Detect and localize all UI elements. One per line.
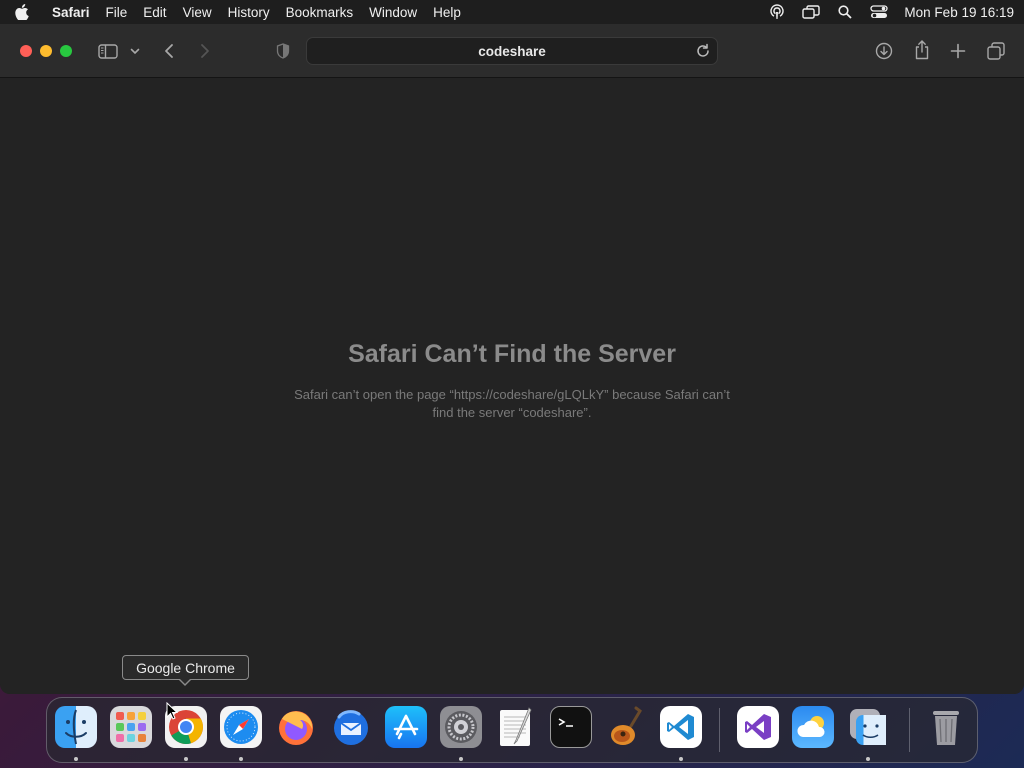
safari-icon[interactable] bbox=[220, 706, 262, 748]
menu-help[interactable]: Help bbox=[425, 0, 469, 24]
menu-view[interactable]: View bbox=[175, 0, 220, 24]
finder-stack-icon[interactable] bbox=[847, 706, 889, 748]
weather-icon[interactable] bbox=[792, 706, 834, 748]
downloads-icon[interactable] bbox=[874, 37, 894, 65]
screen-mirroring-icon[interactable] bbox=[794, 0, 828, 24]
privacy-shield-icon[interactable] bbox=[274, 37, 292, 65]
system-settings-icon[interactable] bbox=[440, 706, 482, 748]
zoom-button[interactable] bbox=[60, 44, 72, 57]
podcast-icon[interactable] bbox=[760, 0, 794, 24]
address-bar[interactable]: codeshare bbox=[306, 37, 718, 65]
terminal-icon[interactable] bbox=[550, 706, 592, 748]
page-content: Safari Can’t Find the Server Safari can’… bbox=[0, 78, 1024, 694]
mouse-cursor-icon bbox=[166, 701, 179, 725]
control-center-icon[interactable] bbox=[862, 0, 896, 24]
dock-separator bbox=[909, 708, 910, 752]
running-indicator bbox=[184, 757, 188, 761]
vscode-icon[interactable] bbox=[660, 706, 702, 748]
dock-separator bbox=[719, 708, 720, 752]
garageband-icon[interactable] bbox=[605, 706, 647, 748]
visual-studio-icon[interactable] bbox=[737, 706, 779, 748]
error-title: Safari Can’t Find the Server bbox=[348, 340, 676, 368]
close-button[interactable] bbox=[20, 44, 32, 57]
running-indicator bbox=[459, 757, 463, 761]
safari-toolbar: codeshare bbox=[0, 24, 1024, 78]
running-indicator bbox=[239, 757, 243, 761]
tooltip-label: Google Chrome bbox=[136, 659, 235, 676]
menu-app-name[interactable]: Safari bbox=[44, 0, 98, 24]
tooltip-arrow-inner bbox=[179, 678, 191, 684]
sidebar-toggle-icon[interactable] bbox=[96, 37, 120, 65]
forward-button[interactable] bbox=[196, 37, 214, 65]
firefox-icon[interactable] bbox=[275, 706, 317, 748]
reload-icon[interactable] bbox=[695, 43, 711, 59]
dock bbox=[46, 697, 978, 763]
chevron-down-icon[interactable] bbox=[128, 37, 142, 65]
menu-bookmarks[interactable]: Bookmarks bbox=[278, 0, 362, 24]
new-tab-icon[interactable] bbox=[948, 37, 968, 65]
app-store-icon[interactable] bbox=[385, 706, 427, 748]
back-button[interactable] bbox=[160, 37, 178, 65]
textedit-icon[interactable] bbox=[495, 706, 537, 748]
menu-edit[interactable]: Edit bbox=[135, 0, 174, 24]
trash-icon[interactable] bbox=[925, 706, 967, 748]
running-indicator bbox=[679, 757, 683, 761]
menu-bar: Safari File Edit View History Bookmarks … bbox=[0, 0, 1024, 24]
minimize-button[interactable] bbox=[40, 44, 52, 57]
address-text: codeshare bbox=[478, 43, 546, 59]
finder-icon[interactable] bbox=[55, 706, 97, 748]
spotlight-search-icon[interactable] bbox=[828, 0, 862, 24]
menubar-clock[interactable]: Mon Feb 19 16:19 bbox=[896, 5, 1024, 20]
menu-window[interactable]: Window bbox=[361, 0, 425, 24]
error-message: Safari can’t open the page “https://code… bbox=[294, 387, 730, 420]
safari-window: codeshare Safari Can’t Find the Server S… bbox=[0, 24, 1024, 694]
thunderbird-icon[interactable] bbox=[330, 706, 372, 748]
apple-menu-icon[interactable] bbox=[0, 4, 44, 20]
window-controls bbox=[20, 44, 72, 57]
launchpad-icon[interactable] bbox=[110, 706, 152, 748]
menu-file[interactable]: File bbox=[98, 0, 136, 24]
share-icon[interactable] bbox=[912, 36, 932, 64]
running-indicator bbox=[74, 757, 78, 761]
running-indicator bbox=[866, 757, 870, 761]
menu-history[interactable]: History bbox=[220, 0, 278, 24]
dock-tooltip: Google Chrome bbox=[122, 655, 249, 680]
tab-overview-icon[interactable] bbox=[985, 37, 1007, 65]
